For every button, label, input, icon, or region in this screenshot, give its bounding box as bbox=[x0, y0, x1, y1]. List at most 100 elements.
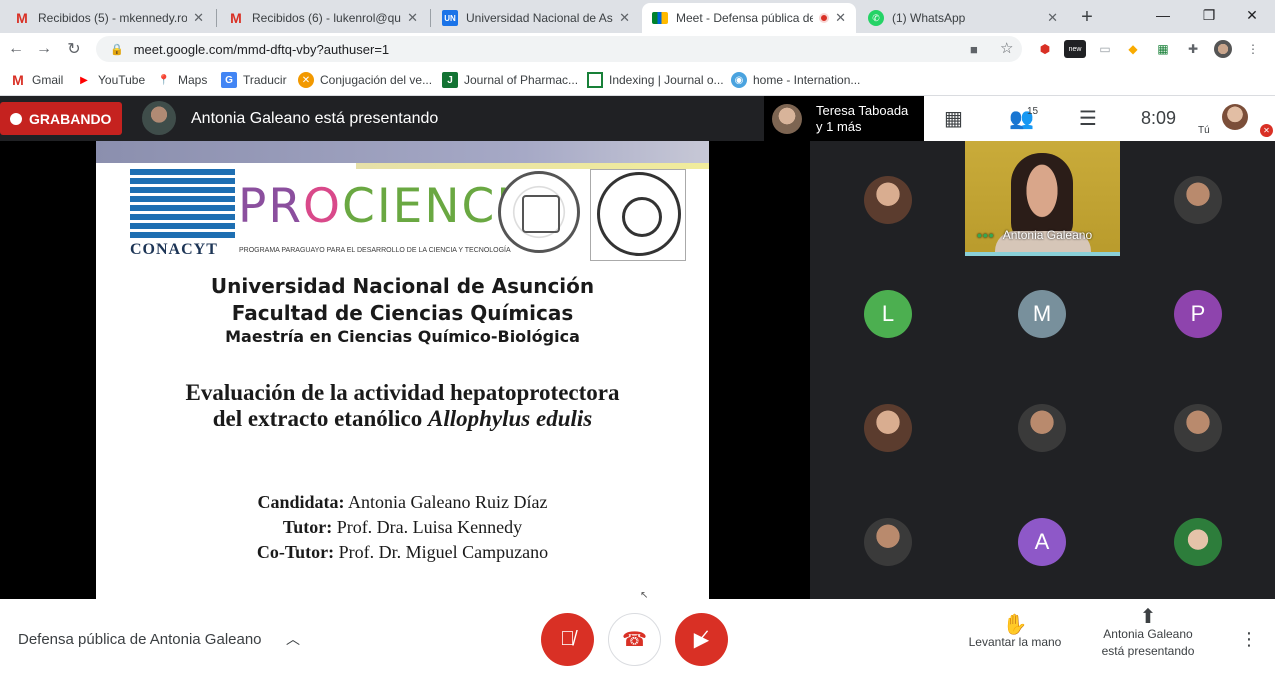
participant-avatar[interactable]: L bbox=[864, 290, 912, 338]
close-icon[interactable]: ✕ bbox=[619, 10, 630, 26]
bookmark-conjugacion[interactable]: ✕ Conjugación del ve... bbox=[298, 72, 432, 88]
active-speaker-tile[interactable]: ••• Antonia Galeano bbox=[965, 141, 1120, 256]
tab-whatsapp[interactable]: ✆ (1) WhatsApp ✕ bbox=[858, 3, 1068, 33]
participant-avatar[interactable] bbox=[1174, 518, 1222, 566]
bookmark-label: YouTube bbox=[98, 73, 146, 87]
camera-toggle-button[interactable]: ▶̸ bbox=[675, 613, 728, 666]
close-icon[interactable]: ✕ bbox=[407, 10, 418, 26]
slide-university: Universidad Nacional de Asunción bbox=[210, 274, 595, 298]
bookmark-label: Journal of Pharmac... bbox=[464, 73, 579, 87]
minimize-button[interactable]: — bbox=[1140, 0, 1186, 30]
tab-meet[interactable]: Meet - Defensa pública de ✕ bbox=[642, 3, 856, 33]
lock-icon: 🔒 bbox=[110, 43, 124, 56]
reader-extension-icon[interactable]: ▭ bbox=[1096, 40, 1114, 58]
presenting-line2: está presentando bbox=[1101, 644, 1195, 658]
mic-toggle-button[interactable]: 🎙̸ bbox=[541, 613, 594, 666]
raise-hand-button[interactable]: ✋ Levantar la mano bbox=[962, 615, 1068, 651]
tab-gmail-2[interactable]: M Recibidos (6) - lukenrol@qui.u ✕ bbox=[218, 3, 428, 33]
youtube-icon: ▶ bbox=[80, 74, 88, 86]
forward-arrow-icon[interactable]: → bbox=[32, 37, 56, 61]
gmail-icon: M bbox=[12, 72, 24, 88]
participant-avatar[interactable] bbox=[1174, 404, 1222, 452]
tab-university[interactable]: UN Universidad Nacional de Asunc ✕ bbox=[432, 3, 640, 33]
participant-avatar[interactable] bbox=[1018, 404, 1066, 452]
conacyt-logo-icon bbox=[130, 169, 235, 241]
meeting-name[interactable]: Defensa pública de Antonia Galeano bbox=[18, 631, 262, 648]
tab-gmail-1[interactable]: M Recibidos (5) - mkennedy.rolon ✕ bbox=[4, 3, 214, 33]
browser-toolbar: ← → ↻ 🔒 meet.google.com/mmd-dftq-vby?aut… bbox=[0, 33, 1275, 65]
back-arrow-icon[interactable]: ← bbox=[4, 37, 28, 61]
bookmark-gmail[interactable]: M Gmail bbox=[10, 72, 63, 88]
bookmark-journal-pharmac[interactable]: J Journal of Pharmac... bbox=[442, 72, 578, 88]
participant-avatar[interactable] bbox=[1174, 176, 1222, 224]
prociencia-part: PR bbox=[238, 179, 303, 234]
maximize-button[interactable]: ❐ bbox=[1186, 0, 1232, 30]
faculty-seal-icon bbox=[597, 172, 681, 256]
slide-faculty: Facultad de Ciencias Químicas bbox=[231, 301, 574, 325]
self-avatar[interactable] bbox=[1222, 104, 1248, 130]
bookmark-home-international[interactable]: ◉ home - Internation... bbox=[731, 72, 860, 88]
bookmark-indexing-journal[interactable]: Indexing | Journal o... bbox=[587, 72, 724, 88]
bookmark-label: Traducir bbox=[243, 73, 287, 87]
presenter-avatar bbox=[142, 101, 176, 135]
star-icon[interactable]: ☆ bbox=[1000, 39, 1013, 57]
speaking-indicator-bar bbox=[965, 252, 1120, 256]
cotutor-label: Co-Tutor: bbox=[256, 542, 335, 562]
reload-icon[interactable]: ↻ bbox=[62, 37, 86, 61]
self-label: Tú bbox=[1198, 125, 1210, 136]
tab-title: Meet - Defensa pública de bbox=[676, 11, 814, 25]
bookmark-translate[interactable]: G Traducir bbox=[221, 72, 287, 88]
chat-icon[interactable]: ☰ bbox=[1079, 106, 1097, 131]
new-extension-icon[interactable]: new bbox=[1064, 40, 1086, 58]
end-call-button[interactable]: ☎ bbox=[608, 613, 661, 666]
participant-avatar[interactable] bbox=[864, 518, 912, 566]
close-icon[interactable]: ✕ bbox=[835, 10, 846, 26]
slide-candidate: Candidata: Antonia Galeano Ruiz Díaz bbox=[96, 492, 709, 513]
address-bar[interactable]: 🔒 meet.google.com/mmd-dftq-vby?authuser=… bbox=[96, 36, 1022, 62]
extension-badge: new bbox=[1068, 45, 1082, 53]
slide-title-line1: Evaluación de la actividad hepatoprotect… bbox=[185, 380, 620, 405]
shield-extension-icon[interactable]: ⬢ bbox=[1036, 40, 1054, 58]
recording-badge[interactable]: GRABANDO bbox=[0, 102, 122, 135]
bookmark-maps[interactable]: 📍 Maps bbox=[156, 72, 208, 88]
camera-icon[interactable]: ■ bbox=[970, 42, 978, 57]
more-options-icon[interactable]: ⋮ bbox=[1240, 629, 1258, 650]
presenting-status-button[interactable]: ⬆ Antonia Galeano está presentando bbox=[1090, 607, 1206, 660]
raise-hand-label: Levantar la mano bbox=[968, 635, 1062, 649]
chevron-up-icon[interactable]: ︿ bbox=[286, 629, 300, 649]
layout-grid-icon[interactable]: ▦ bbox=[944, 106, 963, 131]
participant-avatar[interactable] bbox=[864, 404, 912, 452]
recording-indicator-icon bbox=[819, 13, 830, 23]
title-plain: del extracto etanólico bbox=[212, 406, 428, 431]
other-speakers-tile[interactable]: Teresa Taboada y 1 más bbox=[764, 96, 924, 141]
una-icon: UN bbox=[442, 10, 458, 26]
prociencia-atom: O bbox=[303, 179, 342, 234]
participant-avatar[interactable]: A bbox=[1018, 518, 1066, 566]
new-tab-button[interactable]: + bbox=[1074, 4, 1100, 30]
participant-avatar[interactable]: P bbox=[1174, 290, 1222, 338]
speaker-label: ••• Antonia Galeano bbox=[977, 227, 1092, 243]
candidate-label: Candidata: bbox=[257, 492, 345, 512]
presenting-line1: Antonia Galeano bbox=[1103, 627, 1193, 641]
screen: M Recibidos (5) - mkennedy.rolon ✕ M Rec… bbox=[0, 0, 1275, 677]
title-species: Allophylus edulis bbox=[428, 406, 593, 431]
profile-avatar[interactable] bbox=[1214, 40, 1232, 58]
participant-avatar[interactable] bbox=[864, 176, 912, 224]
meet-top-bar: GRABANDO Antonia Galeano está presentand… bbox=[0, 96, 1275, 141]
indexing-icon bbox=[587, 72, 603, 88]
journal-icon: J bbox=[442, 72, 458, 88]
close-icon[interactable]: ✕ bbox=[193, 10, 204, 26]
speaker-name: Antonia Galeano bbox=[1002, 228, 1093, 242]
sheets-extension-icon[interactable]: ▦ bbox=[1154, 40, 1172, 58]
meet-bottom-bar: Defensa pública de Antonia Galeano ︿ 🎙̸ … bbox=[0, 599, 1275, 677]
tab-title: Recibidos (6) - lukenrol@qui.u bbox=[252, 11, 402, 25]
menu-kebab-icon[interactable]: ⋮ bbox=[1244, 40, 1262, 58]
close-window-button[interactable]: ✕ bbox=[1229, 0, 1275, 30]
prociencia-subtitle: PROGRAMA PARAGUAYO PARA EL DESARROLLO DE… bbox=[239, 247, 511, 254]
bookmark-youtube[interactable]: ▶ YouTube bbox=[76, 72, 145, 88]
badge-extension-icon[interactable]: ◆ bbox=[1124, 40, 1142, 58]
participant-avatar[interactable]: M bbox=[1018, 290, 1066, 338]
other-speaker-count: y 1 más bbox=[816, 118, 862, 134]
close-icon[interactable]: ✕ bbox=[1047, 10, 1058, 26]
puzzle-extensions-icon[interactable]: ✚ bbox=[1184, 40, 1202, 58]
